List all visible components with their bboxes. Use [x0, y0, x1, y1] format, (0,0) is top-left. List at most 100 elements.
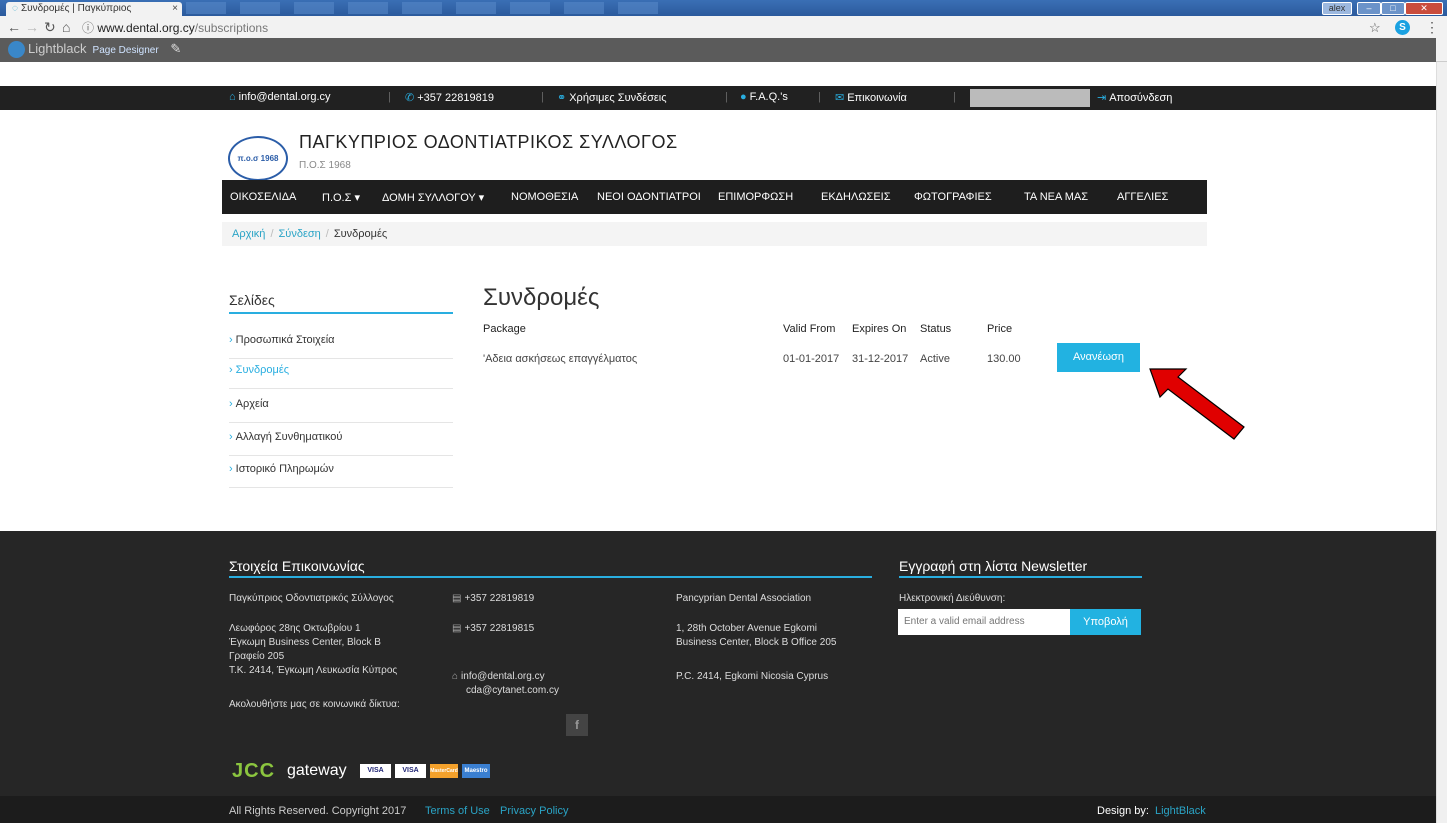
url-path: /subscriptions	[194, 21, 269, 35]
visa-electron-card-icon: VISA	[395, 764, 426, 778]
privacy-link[interactable]: Privacy Policy	[500, 805, 568, 817]
user-badge[interactable]: alex	[1322, 2, 1352, 15]
blurred-username	[970, 89, 1090, 107]
footer-email-1[interactable]: ⌂ info@dental.org.cy	[452, 671, 545, 682]
site-topbar: ⌂ info@dental.org.cy | ✆ +357 22819819 | ⚭…	[0, 86, 1436, 110]
home-icon[interactable]: ⌂	[62, 19, 70, 35]
site-subtitle: Π.Ο.Σ 1968	[299, 160, 351, 171]
sidebar-item-payment-history[interactable]: › Ιστορικό Πληρωμών	[229, 455, 453, 488]
terms-link[interactable]: Terms of Use	[425, 805, 490, 817]
sidebar-item-files[interactable]: › Αρχεία	[229, 390, 453, 423]
footer-address-gr-3: Γραφείο 205	[229, 651, 285, 662]
breadcrumb-separator: /	[270, 228, 274, 240]
nav-item-home[interactable]: ΟΙΚΟΣΕΛΙΔΑ	[230, 191, 296, 203]
topbar-contact[interactable]: ✉ Επικοινωνία	[835, 91, 907, 104]
maestro-card-icon: Maestro	[462, 764, 490, 778]
designer-link[interactable]: LightBlack	[1155, 805, 1206, 817]
skype-icon[interactable]: S	[1395, 20, 1410, 35]
maximize-icon[interactable]: □	[1381, 2, 1405, 15]
topbar-email-link[interactable]: ⌂ info@dental.org.cy	[229, 91, 331, 103]
phone-icon: ✆	[405, 92, 415, 104]
forward-icon[interactable]: →	[25, 19, 39, 35]
nav-item-new-dentists[interactable]: ΝΕΟΙ ΟΔΟΝΤΙΑΤΡΟΙ	[597, 191, 701, 203]
sidebar-item-subscriptions[interactable]: › Συνδρομές	[229, 356, 453, 389]
back-icon[interactable]: ←	[7, 19, 21, 35]
browser-menu-icon[interactable]: ⋮	[1425, 19, 1439, 36]
separator: |	[388, 91, 391, 103]
link-icon: ⚭	[557, 92, 567, 104]
newsletter-underline	[899, 576, 1142, 578]
footer-email-2[interactable]: cda@cytanet.com.cy	[466, 685, 559, 696]
nav-item-structure[interactable]: ΔΟΜΗ ΣΥΛΛΟΓΟΥ ▾	[382, 191, 484, 204]
site-logo[interactable]: π.ο.σ 1968	[228, 136, 288, 181]
home-envelope-icon: ⌂	[452, 671, 459, 682]
jcc-gateway-text: gateway	[287, 762, 347, 779]
separator: |	[818, 91, 821, 103]
bottom-bar: All Rights Reserved. Copyright 2017 Term…	[0, 796, 1436, 823]
footer-address-gr-2: Έγκωμη Business Center, Block B	[229, 637, 381, 648]
newsletter-email-label: Ηλεκτρονική Διεύθυνση:	[899, 593, 1006, 604]
nav-item-training[interactable]: ΕΠΙΜΟΡΦΩΣΗ	[718, 191, 793, 203]
chevron-right-icon: ›	[229, 364, 233, 376]
topbar-faq[interactable]: ● F.A.Q.'s	[740, 91, 788, 103]
sidebar-item-change-password[interactable]: › Αλλαγή Συνθηματικού	[229, 423, 453, 456]
window-close-icon[interactable]: ✕	[1405, 2, 1443, 15]
page-scrollbar[interactable]	[1436, 62, 1447, 823]
topbar-links-text: Χρήσιμες Συνδέσεις	[569, 92, 667, 104]
nav-item-news[interactable]: ΤΑ ΝΕΑ ΜΑΣ	[1024, 191, 1088, 203]
chevron-right-icon: ›	[229, 463, 233, 475]
site-footer: Στοιχεία Επικοινωνίας Παγκύπριος Οδοντια…	[0, 531, 1436, 796]
browser-tab[interactable]: ◌ Συνδρομές | Παγκύπριος ×	[6, 2, 182, 16]
designer-label: Page Designer	[92, 45, 159, 56]
newsletter-email-input[interactable]	[898, 609, 1070, 635]
topbar-phone-text: +357 22819819	[417, 92, 494, 104]
footer-address-en-1: 1, 28th October Avenue Egkomi	[676, 623, 818, 634]
topbar-logout[interactable]: ⇥ Αποσύνδεση	[1097, 91, 1172, 104]
renew-button[interactable]: Ανανέωση	[1057, 343, 1140, 372]
footer-email-1-text: info@dental.org.cy	[461, 671, 545, 682]
footer-org-name-en: Pancyprian Dental Association	[676, 593, 812, 604]
breadcrumb-current: Συνδρομές	[333, 228, 388, 240]
reload-icon[interactable]: ↻	[44, 19, 56, 36]
breadcrumb-login[interactable]: Σύνδεση	[279, 228, 321, 240]
nav-item-events[interactable]: ΕΚΔΗΛΩΣΕΙΣ	[821, 191, 891, 203]
footer-phone-1: ▤ +357 22819819	[452, 593, 534, 604]
sidebar-item-label: Προσωπικά Στοιχεία	[235, 334, 335, 346]
newsletter-submit-button[interactable]: Υποβολή	[1070, 609, 1141, 635]
facebook-icon[interactable]: f	[566, 714, 588, 736]
bookmark-star-icon[interactable]: ☆	[1369, 20, 1381, 36]
mastercard-icon: MasterCard	[430, 764, 458, 778]
minimize-icon[interactable]: –	[1357, 2, 1381, 15]
topbar-faq-text: F.A.Q.'s	[749, 91, 788, 103]
cell-valid-from: 01-01-2017	[783, 353, 840, 365]
newsletter-title: Εγγραφή στη λίστα Newsletter	[899, 558, 1088, 574]
topbar-contact-text: Επικοινωνία	[847, 92, 907, 104]
separator: |	[953, 91, 956, 103]
page-title: Συνδρομές	[483, 284, 600, 311]
sidebar-title-underline	[229, 312, 453, 314]
chevron-right-icon: ›	[229, 431, 233, 443]
design-by-label: Design by:	[1097, 805, 1149, 817]
copyright-text: All Rights Reserved. Copyright 2017	[229, 805, 407, 817]
nav-item-legislation[interactable]: ΝΟΜΟΘΕΣΙΑ	[511, 191, 578, 203]
jcc-logo: JCC	[232, 760, 276, 782]
column-header-expires-on: Expires On	[852, 323, 907, 335]
breadcrumb-home[interactable]: Αρχική	[232, 228, 265, 240]
tab-close-icon[interactable]: ×	[172, 2, 178, 16]
nav-item-pos[interactable]: Π.Ο.Σ ▾	[322, 191, 360, 204]
footer-org-name-gr: Παγκύπριος Οδοντιατρικός Σύλλογος	[229, 593, 394, 604]
footer-address-en-3: P.C. 2414, Egkomi Nicosia Cyprus	[676, 671, 829, 682]
lightblack-logo[interactable]: Lightblack Page Designer ✎	[8, 41, 181, 59]
nav-item-ads[interactable]: ΑΓΓΕΛΙΕΣ	[1117, 191, 1168, 203]
info-icon: ⓘ	[82, 21, 98, 35]
site-title: ΠΑΓΚΥΠΡΙΟΣ ΟΔΟΝΤΙΑΤΡΙΚΟΣ ΣΥΛΛΟΓΟΣ	[299, 132, 678, 152]
footer-address-gr-1: Λεωφόρος 28ης Οκτωβρίου 1	[229, 623, 361, 634]
footer-social-label: Ακολουθήστε μας σε κοινωνικά δίκτυα:	[229, 699, 400, 710]
nav-item-photos[interactable]: ΦΩΤΟΓΡΑΦΙΕΣ	[914, 191, 992, 203]
pencil-icon[interactable]: ✎	[170, 41, 181, 56]
envelope-icon: ✉	[835, 92, 845, 104]
topbar-logout-text: Αποσύνδεση	[1109, 92, 1173, 104]
topbar-links[interactable]: ⚭ Χρήσιμες Συνδέσεις	[557, 91, 667, 104]
sidebar-item-personal-info[interactable]: › Προσωπικά Στοιχεία	[229, 326, 453, 359]
url-input[interactable]: ⓘ www.dental.org.cy/subscriptions	[82, 18, 1362, 38]
